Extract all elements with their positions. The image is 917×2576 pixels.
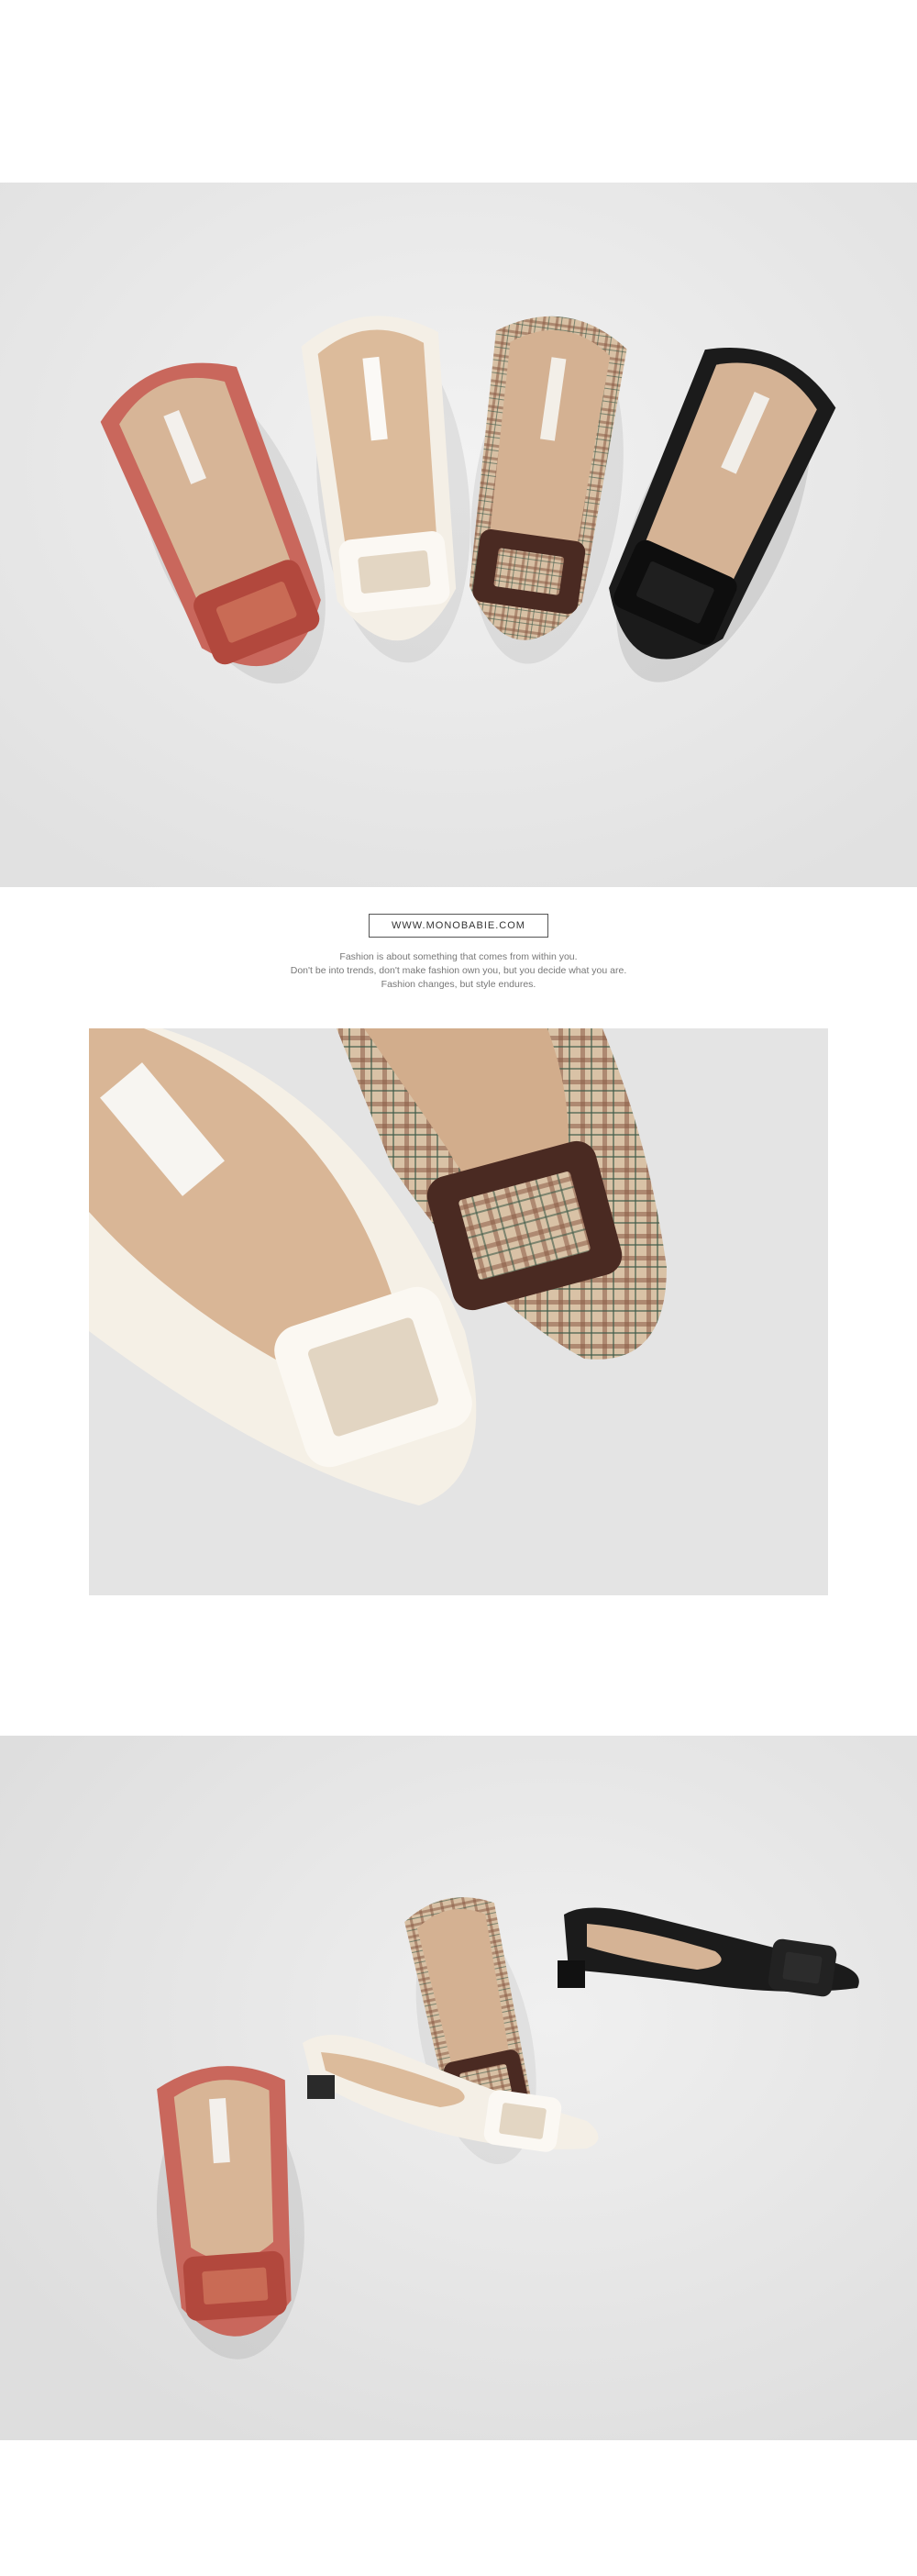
tagline-line: Don't be into trends, don't make fashion… <box>290 965 627 976</box>
brand-block: WWW.MONOBABIE.COM Fashion is about somet… <box>0 914 917 992</box>
four-flats-image <box>0 183 917 887</box>
product-photo-side-view <box>0 1736 917 2440</box>
brand-tagline: Fashion is about something that comes fr… <box>0 950 917 992</box>
four-flats-side-image <box>0 1736 917 2440</box>
product-photo-closeup <box>89 1028 828 1595</box>
brand-url: WWW.MONOBABIE.COM <box>369 914 548 938</box>
tagline-line: Fashion changes, but style endures. <box>381 979 536 990</box>
closeup-buckle-image <box>89 1028 828 1595</box>
tagline-line: Fashion is about something that comes fr… <box>339 951 578 962</box>
product-photo-top-view <box>0 183 917 887</box>
